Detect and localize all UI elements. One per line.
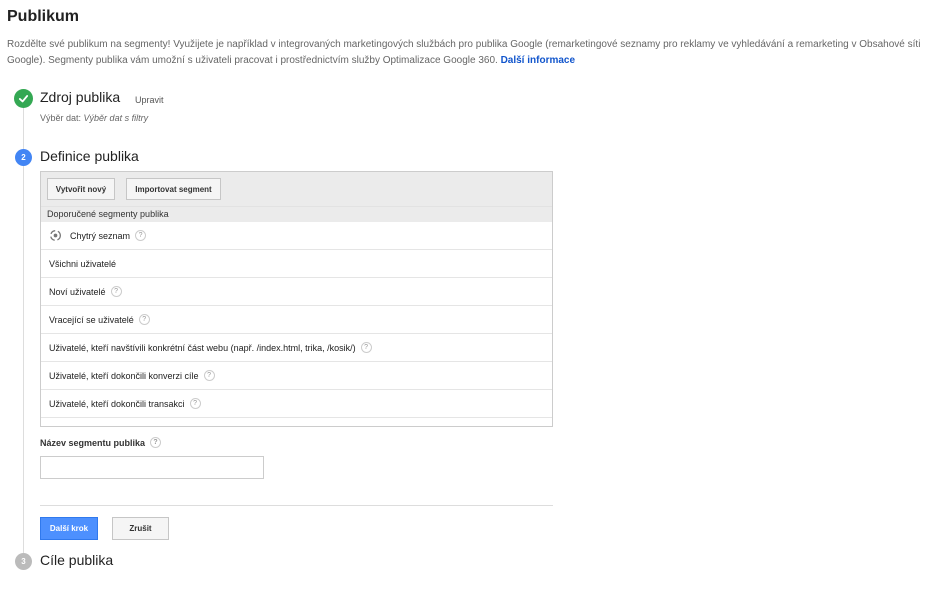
intro-text: Rozdělte své publikum na segmenty! Využi… (7, 37, 935, 69)
intro-description: Rozdělte své publikum na segmenty! Využi… (7, 39, 921, 66)
help-icon[interactable]: ? (203, 370, 215, 381)
segment-all-users[interactable]: Všichni uživatelé (41, 250, 552, 278)
segment-label: Uživatelé, kteří dokončili konverzi cíle (49, 370, 199, 381)
step-number-2-icon: 2 (15, 149, 32, 166)
segment-smart-list[interactable]: Chytrý seznam ? (41, 222, 552, 250)
segment-returning-users[interactable]: Vracející se uživatelé ? (41, 306, 552, 334)
segments-toolbar: Vytvořit nový Importovat segment (41, 172, 552, 206)
next-step-button[interactable]: Další krok (40, 517, 98, 540)
help-icon[interactable]: ? (150, 437, 162, 448)
step-definition-title: Definice publika (40, 148, 139, 164)
create-segment-button[interactable]: Vytvořit nový (47, 178, 115, 200)
segment-label: Všichni uživatelé (49, 258, 117, 269)
help-icon[interactable]: ? (138, 314, 150, 325)
segment-label: Noví uživatelé (49, 286, 106, 297)
help-icon[interactable]: ? (360, 342, 372, 353)
segments-panel: Vytvořit nový Importovat segment Doporuč… (40, 171, 553, 427)
segment-label: Uživatelé, kteří navštívili konkrétní čá… (49, 342, 356, 353)
edit-source-link[interactable]: Upravit (135, 95, 164, 105)
segment-label: Chytrý seznam (70, 230, 131, 241)
segment-name-label: Název segmentu publika ? (40, 437, 162, 448)
learn-more-link[interactable]: Další informace (501, 55, 575, 66)
check-icon (14, 89, 33, 108)
help-icon[interactable]: ? (189, 398, 201, 409)
segment-goal-conversion[interactable]: Uživatelé, kteří dokončili konverzi cíle… (41, 362, 552, 390)
divider (40, 505, 553, 506)
import-segment-button[interactable]: Importovat segment (126, 178, 221, 200)
smart-list-icon (49, 229, 62, 242)
segment-transaction[interactable]: Uživatelé, kteří dokončili transakci ? (41, 390, 552, 418)
segment-visited-section[interactable]: Uživatelé, kteří navštívili konkrétní čá… (41, 334, 552, 362)
steps-timeline (23, 100, 24, 560)
page-title: Publikum (7, 8, 80, 25)
segment-name-label-text: Název segmentu publika (40, 437, 146, 448)
help-icon[interactable]: ? (110, 286, 122, 297)
data-selection-info: Výběr dat: Výběr dat s filtry (40, 113, 148, 123)
data-selection-value: Výběr dat s filtry (83, 113, 149, 123)
segment-name-input[interactable] (40, 456, 264, 479)
help-icon[interactable]: ? (135, 230, 147, 241)
segment-label: Vracející se uživatelé (49, 314, 134, 325)
segment-label: Uživatelé, kteří dokončili transakci (49, 398, 185, 409)
step-number-3-icon: 3 (15, 553, 32, 570)
cancel-button[interactable]: Zrušit (112, 517, 169, 540)
step-source-title: Zdroj publika (40, 89, 121, 105)
segment-new-users[interactable]: Noví uživatelé ? (41, 278, 552, 306)
step-goals-title: Cíle publika (40, 552, 114, 568)
data-selection-label: Výběr dat: (40, 113, 82, 123)
segments-list: Chytrý seznam ? Všichni uživatelé Noví u… (41, 222, 552, 420)
recommended-segments-header: Doporučené segmenty publika (41, 206, 552, 222)
